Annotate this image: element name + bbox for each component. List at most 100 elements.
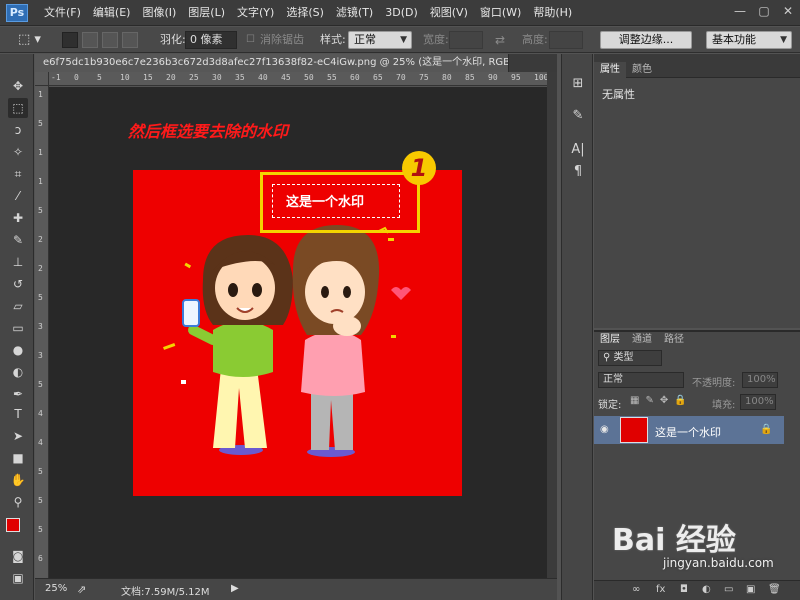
pen-icon[interactable]: ✒ (8, 384, 28, 404)
options-bar: ⬚ ▾ 羽化: 0 像素 ☐ 消除锯齿 样式: 正常 ▼ 宽度: ⇄ 高度: 调整… (0, 27, 800, 53)
tab-color[interactable]: 颜色 (626, 62, 658, 78)
menu-help[interactable]: 帮助(H) (527, 0, 578, 26)
layer-name[interactable]: 这是一个水印 (655, 424, 721, 440)
brush-icon[interactable]: ✎ (8, 230, 28, 250)
character-panel-icon[interactable]: A| (568, 140, 588, 160)
blur-icon[interactable]: ● (8, 340, 28, 360)
menu-select[interactable]: 选择(S) (280, 0, 330, 26)
new-selection-icon[interactable] (62, 32, 78, 48)
brush-presets-icon[interactable]: ✎ (568, 106, 588, 126)
type-icon[interactable]: T (8, 404, 28, 424)
ruler-left-label: 5 (38, 206, 43, 215)
marquee-preset-icon[interactable]: ⬚ ▾ (18, 31, 41, 49)
tab-paths[interactable]: 路径 (658, 332, 690, 348)
ruler-left: 1 5 1 1 5 2 2 5 3 3 5 4 4 5 5 5 6 (35, 86, 49, 578)
delete-layer-icon[interactable]: 🗑 (768, 584, 781, 595)
menu-edit[interactable]: 编辑(E) (87, 0, 137, 26)
intersect-selection-icon[interactable] (122, 32, 138, 48)
history-panel-icon[interactable]: ⊞ (568, 74, 588, 94)
menu-3d[interactable]: 3D(D) (379, 0, 424, 26)
style-select[interactable]: 正常 ▼ (348, 31, 412, 49)
minimize-button[interactable]: — (732, 3, 748, 19)
menu-window[interactable]: 窗口(W) (474, 0, 527, 26)
screen-mode-icon[interactable]: ▣ (8, 568, 28, 588)
menu-view[interactable]: 视图(V) (424, 0, 474, 26)
ruler-left-label: 6 (38, 554, 43, 563)
history-brush-icon[interactable]: ↺ (8, 274, 28, 294)
foreground-color-swatch[interactable] (6, 518, 20, 532)
blend-mode-select[interactable]: 正常 (598, 372, 684, 388)
feather-input[interactable]: 0 像素 (185, 31, 237, 49)
eyedropper-icon[interactable]: ⁄ (8, 186, 28, 206)
ruler-top: -1 0 5 10 15 20 25 30 35 40 45 50 55 60 65 70 75 80 85 90 95… (49, 72, 547, 86)
lock-icon[interactable]: 🔒 (760, 424, 772, 435)
ruler-left-label: 1 (38, 90, 43, 99)
refine-edge-button[interactable]: 调整边缘... (600, 31, 692, 49)
menu-file[interactable]: 文件(F) (38, 0, 87, 26)
menu-filter[interactable]: 滤镜(T) (330, 0, 379, 26)
adjustment-layer-icon[interactable]: ◐ (702, 584, 711, 595)
ruler-top-label: 60 (350, 73, 360, 82)
rectangle-icon[interactable]: ■ (8, 448, 28, 468)
menu-image[interactable]: 图像(I) (136, 0, 182, 26)
link-layers-icon[interactable]: ∞ (632, 584, 640, 595)
zoom-icon[interactable]: ⚲ (8, 492, 28, 512)
close-button[interactable]: ✕ (780, 3, 796, 19)
add-selection-icon[interactable] (82, 32, 98, 48)
gradient-icon[interactable]: ▭ (8, 318, 28, 338)
dodge-icon[interactable]: ◐ (8, 362, 28, 382)
path-select-icon[interactable]: ➤ (8, 426, 28, 446)
healing-icon[interactable]: ✚ (8, 208, 28, 228)
tab-layers[interactable]: 图层 (594, 332, 626, 348)
subtract-selection-icon[interactable] (102, 32, 118, 48)
tab-channels[interactable]: 通道 (626, 332, 658, 348)
eye-icon[interactable]: ◉ (600, 424, 609, 435)
menu-type[interactable]: 文字(Y) (231, 0, 280, 26)
tool-panel: ✥ ⬚ ↄ ✧ ⌗ ⁄ ✚ ✎ ⊥ ↺ ▱ ▭ ● ◐ ✒ T ➤ ■ ✋ ⚲ … (0, 54, 34, 600)
ruler-top-label: 70 (396, 73, 406, 82)
photoshop-logo: Ps (6, 4, 28, 22)
lock-options-icons[interactable]: ▦✎✥🔒 (630, 395, 693, 406)
vertical-scrollbar[interactable] (547, 72, 557, 578)
opacity-input[interactable]: 100% (742, 372, 778, 388)
layers-panel-footer: ∞ fx ◘ ◐ ▭ ▣ 🗑 (594, 580, 800, 600)
ruler-left-label: 5 (38, 293, 43, 302)
tab-properties[interactable]: 属性 (594, 62, 626, 78)
workspace-select[interactable]: 基本功能 ▼ (706, 31, 792, 49)
height-input[interactable] (549, 31, 583, 49)
stamp-icon[interactable]: ⊥ (8, 252, 28, 272)
marquee-icon[interactable]: ⬚ (8, 98, 28, 118)
ruler-left-label: 4 (38, 409, 43, 418)
crop-icon[interactable]: ⌗ (8, 164, 28, 184)
ruler-top-label: 15 (143, 73, 153, 82)
eraser-icon[interactable]: ▱ (8, 296, 28, 316)
fill-input[interactable]: 100% (740, 394, 776, 410)
layer-style-icon[interactable]: fx (656, 584, 665, 595)
export-icon[interactable]: ⇗ (77, 583, 86, 596)
add-mask-icon[interactable]: ◘ (680, 584, 688, 595)
paragraph-panel-icon[interactable]: ¶ (568, 162, 588, 182)
quick-mask-icon[interactable]: ◙ (8, 546, 28, 566)
magic-wand-icon[interactable]: ✧ (8, 142, 28, 162)
style-select-value: 正常 (354, 33, 376, 46)
new-group-icon[interactable]: ▭ (724, 584, 733, 595)
new-layer-icon[interactable]: ▣ (746, 584, 755, 595)
move-icon[interactable]: ✥ (8, 76, 28, 96)
document-tab[interactable]: e6f75dc1b930e6c7e236b3c672d3d8afec27f136… (35, 54, 509, 72)
swap-icon[interactable]: ⇄ (495, 31, 505, 49)
maximize-button[interactable]: ▢ (756, 3, 772, 19)
ruler-top-label: 20 (166, 73, 176, 82)
ruler-left-label: 3 (38, 322, 43, 331)
antialias-checkbox[interactable]: ☐ (246, 31, 255, 49)
hand-icon[interactable]: ✋ (8, 470, 28, 490)
chevron-right-icon[interactable]: ▶ (231, 583, 239, 594)
layer-filter-value: 类型 (613, 352, 634, 363)
layer-filter-select[interactable]: ⚲ 类型 (598, 350, 662, 366)
width-input[interactable] (449, 31, 483, 49)
zoom-level[interactable]: 25% (45, 583, 67, 594)
lasso-icon[interactable]: ↄ (8, 120, 28, 140)
search-icon: ⚲ (603, 352, 611, 363)
ruler-top-label: 10 (120, 73, 130, 82)
menu-layer[interactable]: 图层(L) (182, 0, 231, 26)
ruler-top-label: 90 (488, 73, 498, 82)
